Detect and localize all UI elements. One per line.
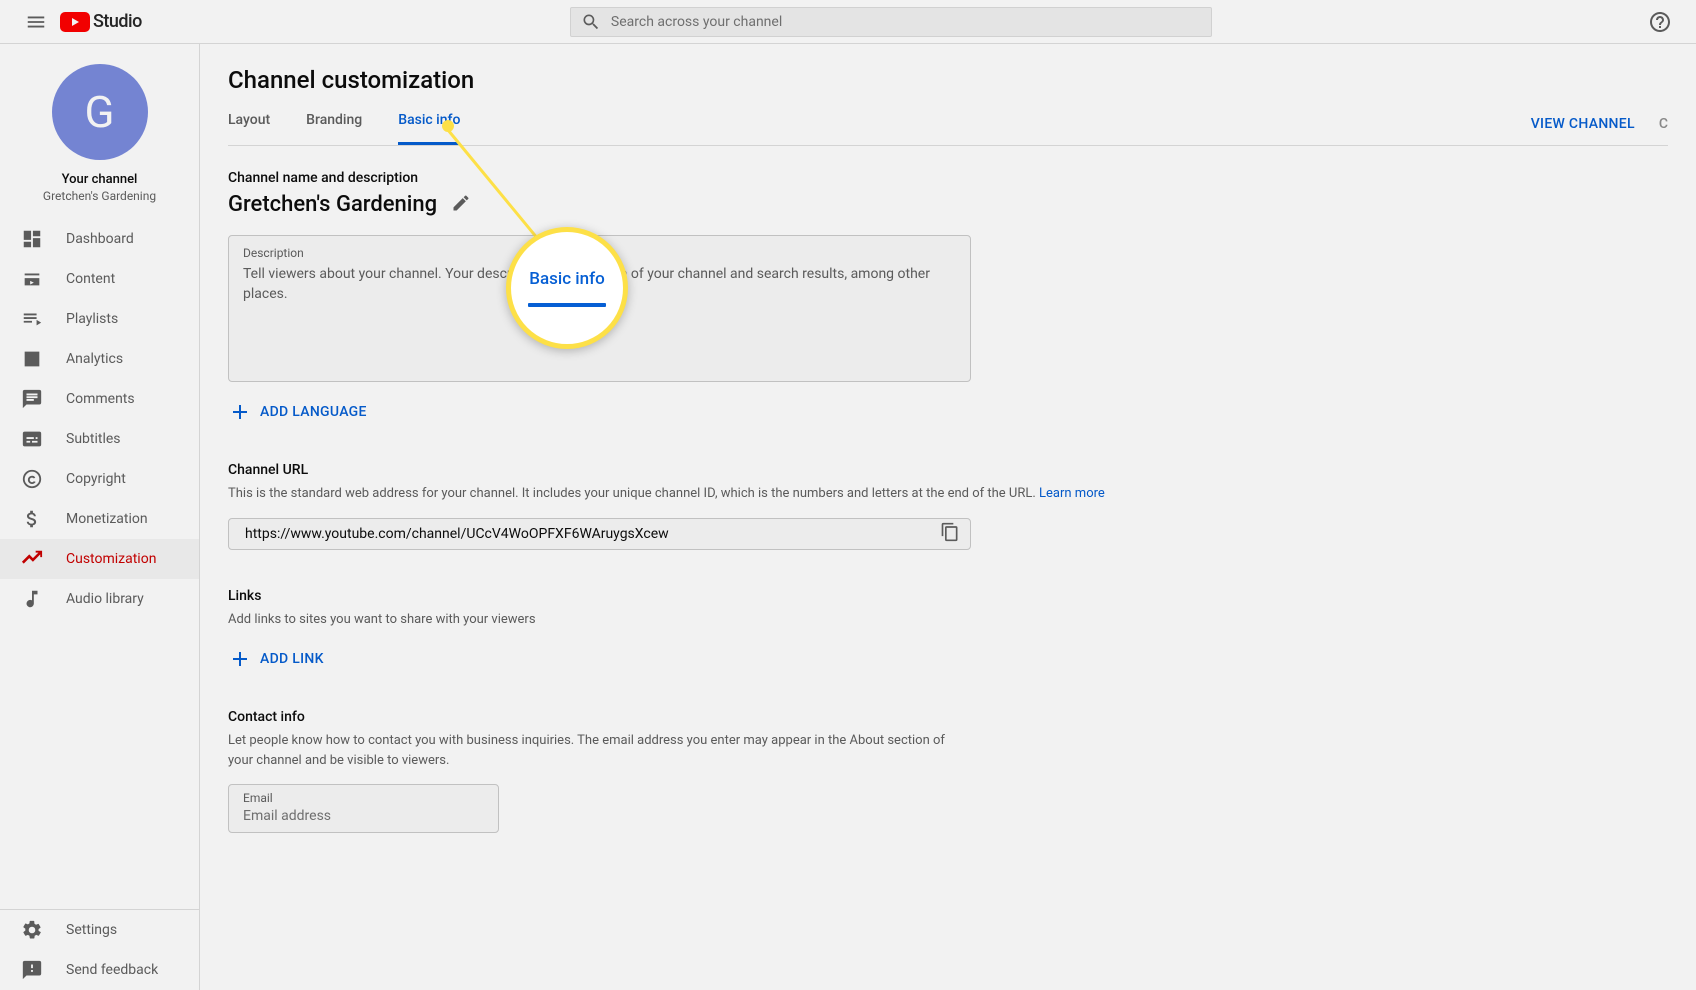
- channel-url-desc: This is the standard web address for you…: [228, 484, 1372, 504]
- links-section: Links Add links to sites you want to sha…: [228, 588, 1372, 672]
- sidebar-item-playlists[interactable]: Playlists: [0, 299, 199, 339]
- help-button[interactable]: [1640, 2, 1680, 42]
- name-section-label: Channel name and description: [228, 170, 1372, 186]
- logo-text: Studio: [93, 11, 142, 32]
- add-language-label: ADD LANGUAGE: [260, 404, 367, 420]
- sidebar-item-label: Monetization: [66, 511, 148, 527]
- channel-url-field: https://www.youtube.com/channel/UCcV4WoO…: [228, 518, 971, 550]
- avatar[interactable]: G: [52, 64, 148, 160]
- callout-dot: [442, 120, 454, 132]
- youtube-icon: [60, 12, 90, 32]
- comments-icon: [20, 387, 44, 411]
- sidebar-item-copyright[interactable]: Copyright: [0, 459, 199, 499]
- sidebar-item-audio-library[interactable]: Audio library: [0, 579, 199, 619]
- search-icon: [581, 12, 601, 32]
- plus-icon: [228, 400, 252, 424]
- sidebar-item-subtitles[interactable]: Subtitles: [0, 419, 199, 459]
- sidebar-item-content[interactable]: Content: [0, 259, 199, 299]
- customization-icon: [20, 547, 44, 571]
- add-language-button[interactable]: ADD LANGUAGE: [228, 400, 1372, 424]
- copy-icon: [940, 522, 960, 542]
- sidebar-item-label: Copyright: [66, 471, 126, 487]
- channel-url-section: Channel URL This is the standard web add…: [228, 462, 1372, 550]
- copy-url-button[interactable]: [940, 522, 960, 546]
- sidebar-item-comments[interactable]: Comments: [0, 379, 199, 419]
- gear-icon: [20, 918, 44, 942]
- tab-layout[interactable]: Layout: [228, 112, 270, 145]
- sidebar-item-label: Settings: [66, 922, 117, 938]
- hamburger-icon: [25, 11, 47, 33]
- tab-branding[interactable]: Branding: [306, 112, 362, 145]
- channel-name-row: Gretchen's Gardening: [228, 192, 1372, 217]
- sidebar-footer: Settings Send feedback: [0, 909, 199, 990]
- contact-section: Contact info Let people know how to cont…: [228, 709, 1372, 833]
- page-title: Channel customization: [228, 66, 1668, 94]
- sidebar-item-label: Send feedback: [66, 962, 158, 978]
- plus-icon: [228, 647, 252, 671]
- tab-actions: VIEW CHANNEL C: [1531, 116, 1668, 142]
- sidebar-item-label: Audio library: [66, 591, 144, 607]
- search-box[interactable]: [570, 7, 1212, 37]
- sidebar-item-analytics[interactable]: Analytics: [0, 339, 199, 379]
- channel-title: Your channel: [0, 172, 199, 187]
- contact-label: Contact info: [228, 709, 1372, 725]
- links-label: Links: [228, 588, 1372, 604]
- help-icon: [1648, 10, 1672, 34]
- main: Channel customization Layout Branding Ba…: [200, 44, 1696, 990]
- sidebar-item-label: Subtitles: [66, 431, 121, 447]
- analytics-icon: [20, 347, 44, 371]
- page-header: Channel customization Layout Branding Ba…: [200, 44, 1696, 146]
- dashboard-icon: [20, 227, 44, 251]
- learn-more-link[interactable]: Learn more: [1039, 486, 1105, 501]
- channel-subtitle: Gretchen's Gardening: [0, 189, 199, 203]
- channel-url-label: Channel URL: [228, 462, 1372, 478]
- search-input[interactable]: [611, 14, 1201, 30]
- callout-underline: [528, 303, 606, 307]
- channel-name-value: Gretchen's Gardening: [228, 192, 437, 217]
- feedback-icon: [20, 958, 44, 982]
- header: Studio: [0, 0, 1696, 44]
- subtitles-icon: [20, 427, 44, 451]
- nav-list: Dashboard Content Playlists Analytics Co…: [0, 219, 199, 909]
- logo[interactable]: Studio: [60, 11, 142, 32]
- sidebar: G Your channel Gretchen's Gardening Dash…: [0, 44, 200, 990]
- search-wrap: [142, 7, 1640, 37]
- sidebar-item-label: Dashboard: [66, 231, 134, 247]
- sidebar-item-dashboard[interactable]: Dashboard: [0, 219, 199, 259]
- monetization-icon: [20, 507, 44, 531]
- view-channel-button[interactable]: VIEW CHANNEL: [1531, 116, 1635, 132]
- pencil-icon: [451, 193, 471, 213]
- copyright-icon: [20, 467, 44, 491]
- channel-header: G Your channel Gretchen's Gardening: [0, 44, 199, 219]
- sidebar-item-label: Analytics: [66, 351, 123, 367]
- email-label: Email: [243, 791, 484, 805]
- sidebar-item-settings[interactable]: Settings: [0, 910, 199, 950]
- sidebar-item-label: Comments: [66, 391, 135, 407]
- audio-icon: [20, 587, 44, 611]
- sidebar-item-label: Playlists: [66, 311, 118, 327]
- menu-button[interactable]: [16, 2, 56, 42]
- content-icon: [20, 267, 44, 291]
- sidebar-item-feedback[interactable]: Send feedback: [0, 950, 199, 990]
- sidebar-item-monetization[interactable]: Monetization: [0, 499, 199, 539]
- links-desc: Add links to sites you want to share wit…: [228, 610, 1372, 630]
- email-input[interactable]: [243, 808, 484, 824]
- truncated-action[interactable]: C: [1659, 116, 1668, 132]
- add-link-label: ADD LINK: [260, 651, 324, 667]
- sidebar-item-label: Customization: [66, 551, 156, 567]
- email-field[interactable]: Email: [228, 784, 499, 833]
- channel-url-value: https://www.youtube.com/channel/UCcV4WoO…: [245, 526, 940, 542]
- sidebar-item-customization[interactable]: Customization: [0, 539, 199, 579]
- content: Channel name and description Gretchen's …: [200, 146, 1400, 857]
- add-link-button[interactable]: ADD LINK: [228, 647, 1372, 671]
- callout-text: Basic info: [529, 269, 605, 289]
- playlists-icon: [20, 307, 44, 331]
- callout-magnifier: Basic info: [506, 227, 628, 349]
- edit-name-button[interactable]: [451, 193, 471, 217]
- contact-desc: Let people know how to contact you with …: [228, 731, 971, 770]
- sidebar-item-label: Content: [66, 271, 115, 287]
